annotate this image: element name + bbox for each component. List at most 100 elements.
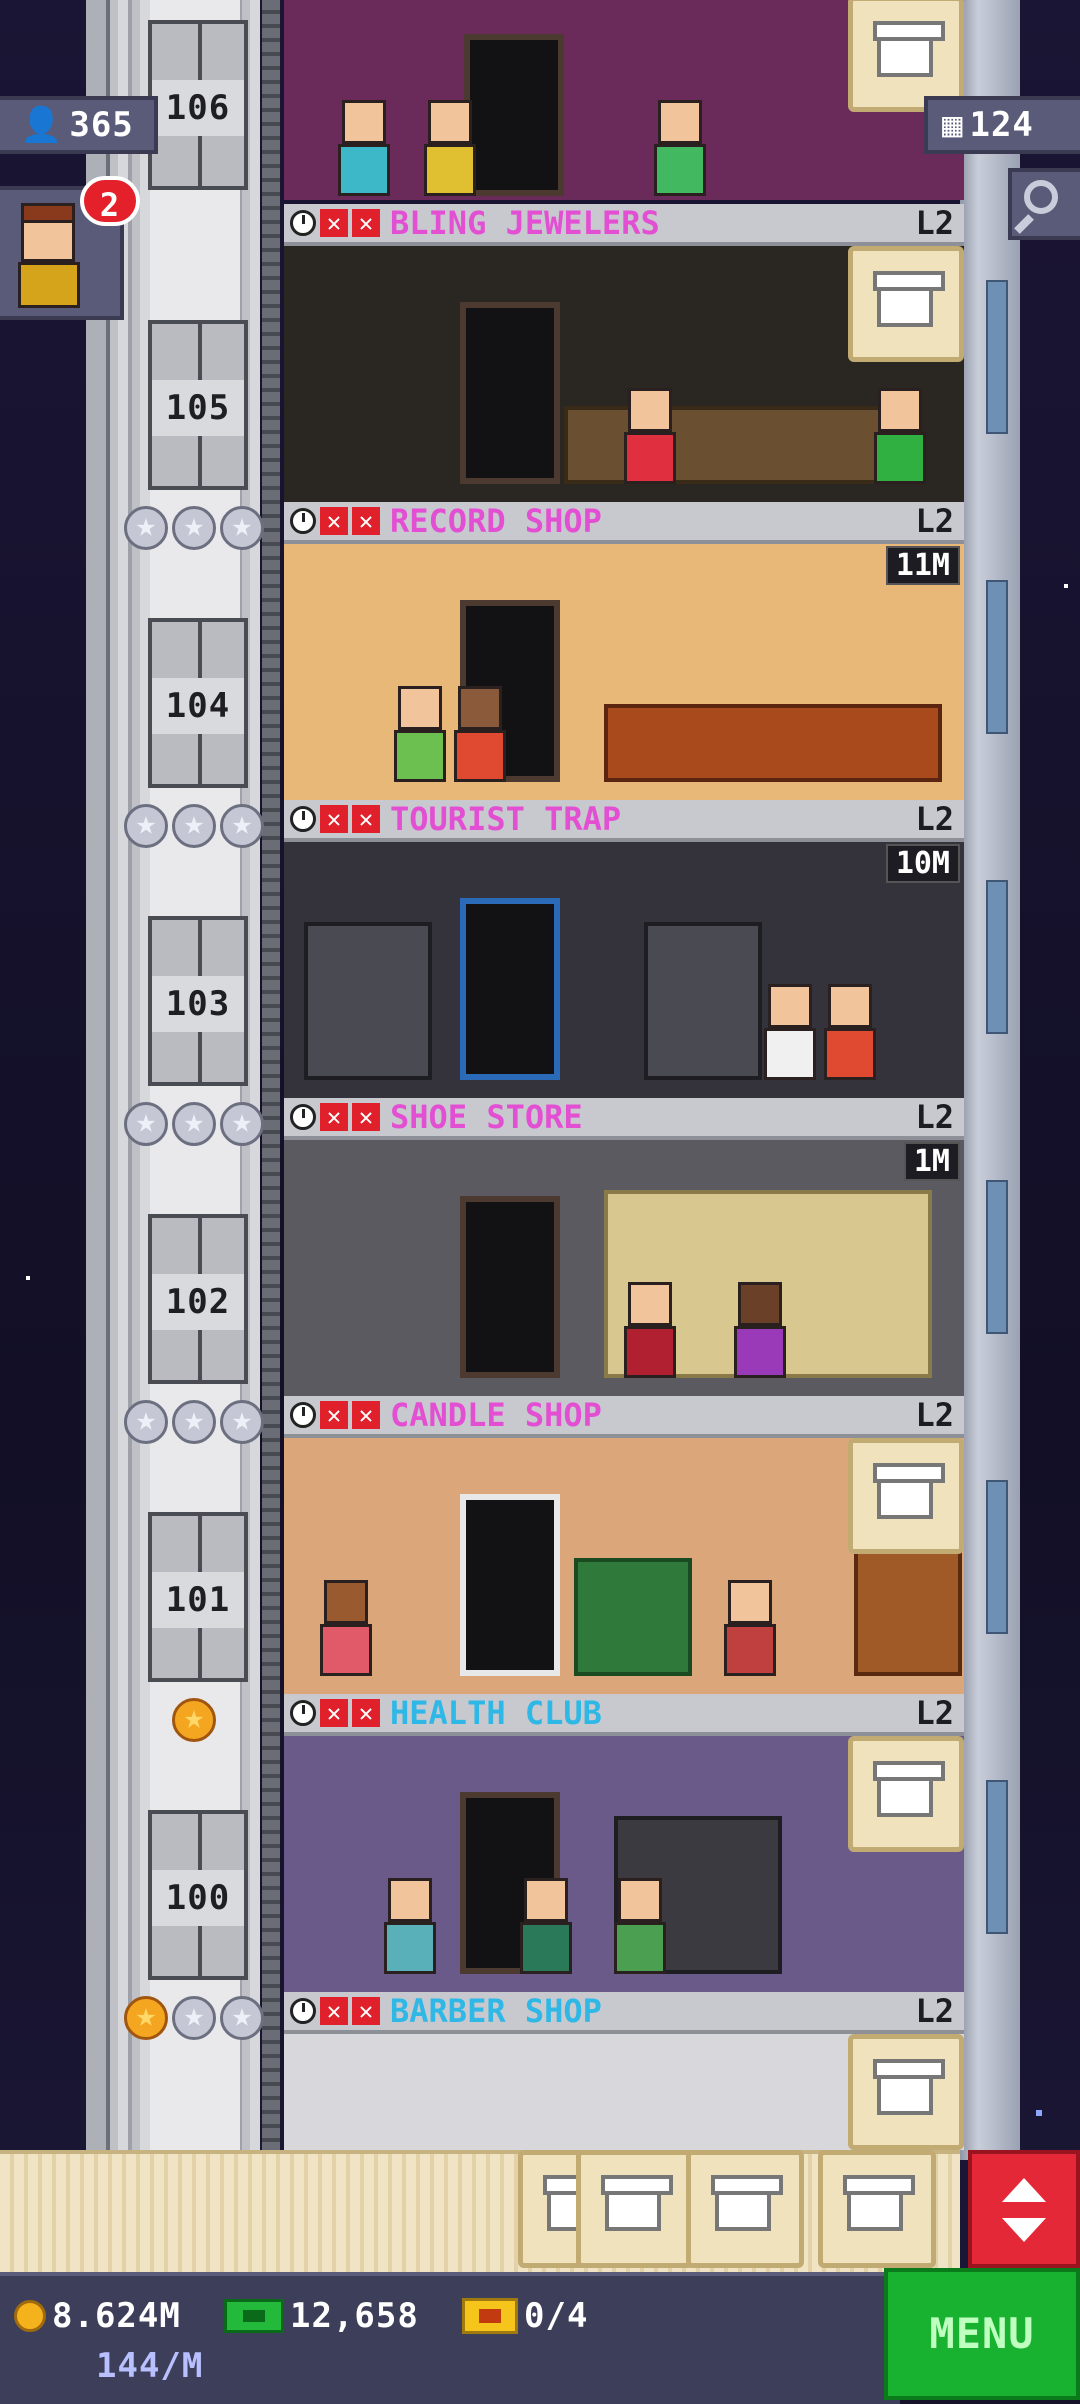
crate-icon	[873, 1463, 945, 1519]
door	[460, 898, 560, 1080]
bitizen[interactable]	[384, 1878, 436, 1974]
floor-label-bar: ✕ ✕ BLING JEWELERS L2	[284, 204, 964, 246]
stock-tray	[0, 2150, 960, 2276]
tray-crate-button[interactable]	[686, 2150, 804, 2268]
tickets-display[interactable]: 0/4	[462, 2296, 588, 2336]
bitizen[interactable]	[394, 686, 446, 782]
elevator-toggle-button[interactable]	[968, 2150, 1080, 2268]
elevator-car-106[interactable]: 106	[148, 20, 248, 190]
floor-label-bar: ✕ ✕ CANDLE SHOP L2	[284, 1396, 964, 1438]
silver-star-icon	[220, 1995, 264, 2040]
floor-100[interactable]: ✕ ✕ HEALTH CLUB L2	[284, 1694, 964, 1992]
bitizen[interactable]	[654, 100, 706, 196]
income-badge[interactable]: 11M	[885, 546, 960, 585]
bitizen[interactable]	[520, 1878, 572, 1974]
elevator-car-103[interactable]: 103	[148, 916, 248, 1086]
x-icon: ✕	[352, 1103, 380, 1131]
elevator-car-101[interactable]: 101	[148, 1512, 248, 1682]
x-icon: ✕	[320, 507, 348, 535]
bux-counter[interactable]: ▦ 124	[924, 96, 1080, 154]
x-icon: ✕	[352, 1401, 380, 1429]
income-badge[interactable]: 1M	[903, 1142, 960, 1181]
population-value: 365	[69, 105, 134, 145]
tower-window	[986, 1780, 1008, 1934]
bitizen[interactable]	[724, 1580, 776, 1676]
record-bins	[604, 704, 942, 782]
gold-star-icon	[124, 1995, 168, 2040]
floor-stars-99	[124, 1995, 264, 2040]
floor-103[interactable]: ✕ ✕ TOURIST TRAP L2 10M	[284, 800, 964, 1098]
stock-crate-button[interactable]	[848, 2034, 964, 2150]
floor-99[interactable]: ✕ ✕ BARBER SHOP L2	[284, 1992, 964, 2150]
silver-star-icon	[220, 505, 264, 550]
sky-star	[26, 1276, 30, 1280]
clock-icon	[290, 1998, 316, 2024]
bitizen[interactable]	[338, 100, 390, 196]
stock-crate-button[interactable]	[848, 1736, 964, 1852]
population-counter[interactable]: 👤 365	[0, 96, 158, 154]
income-badge[interactable]: 10M	[885, 844, 960, 883]
tower-window	[986, 280, 1008, 434]
shop-level: L2	[915, 800, 954, 838]
floor-room	[284, 1140, 964, 1396]
tray-crate-button[interactable]	[818, 2150, 936, 2268]
stock-crate-button[interactable]	[848, 246, 964, 362]
silver-star-icon	[172, 1399, 216, 1444]
bitizen[interactable]	[824, 984, 876, 1080]
silver-star-icon	[124, 505, 168, 550]
elevator-car-102[interactable]: 102	[148, 1214, 248, 1384]
floor-101[interactable]: ✕ ✕ CANDLE SHOP L2	[284, 1396, 964, 1694]
tower-window	[986, 880, 1008, 1034]
cash-value: 12,658	[290, 2296, 419, 2336]
elevator-updown-icon	[1002, 2178, 1046, 2202]
tickets-value: 0/4	[524, 2296, 589, 2336]
elevator-car-104[interactable]: 104	[148, 618, 248, 788]
shop-name: CANDLE SHOP	[390, 1396, 602, 1434]
bitizen[interactable]	[614, 1878, 666, 1974]
search-button[interactable]	[1008, 168, 1080, 240]
floor-number: 100	[152, 1870, 244, 1926]
x-icon: ✕	[352, 209, 380, 237]
population-icon: 👤	[20, 105, 64, 145]
bitizen[interactable]	[624, 1282, 676, 1378]
bitizen[interactable]	[624, 388, 676, 484]
bitizen[interactable]	[874, 388, 926, 484]
silver-star-icon	[172, 1995, 216, 2040]
x-icon: ✕	[352, 507, 380, 535]
elevator-car-100[interactable]: 100	[148, 1810, 248, 1980]
search-icon-handle	[1014, 214, 1034, 234]
floor-102[interactable]: ✕ ✕ SHOE STORE L2 1M	[284, 1098, 964, 1396]
souvenir-shelf	[304, 922, 432, 1080]
coin-icon	[14, 2300, 46, 2332]
ticket-icon	[462, 2298, 518, 2334]
floor-number: 101	[152, 1572, 244, 1628]
floor-104[interactable]: ✕ ✕ RECORD SHOP L2 11M	[284, 502, 964, 800]
tower-window	[986, 1180, 1008, 1334]
sky-star	[1064, 584, 1068, 588]
bitizen[interactable]	[320, 1580, 372, 1676]
shop-name: BARBER SHOP	[390, 1992, 602, 2030]
bux-value: 124	[969, 105, 1034, 145]
door	[460, 302, 560, 484]
silver-star-icon	[172, 505, 216, 550]
floor-105[interactable]: ✕ ✕ BLING JEWELERS L2	[284, 204, 964, 502]
shop-name: SHOE STORE	[390, 1098, 583, 1136]
tray-crate-button[interactable]	[576, 2150, 694, 2268]
bitizen[interactable]	[764, 984, 816, 1080]
menu-button[interactable]: MENU	[884, 2268, 1080, 2400]
avatar	[18, 203, 80, 308]
notification-badge: 2	[80, 176, 140, 226]
crate-icon	[873, 21, 945, 77]
elevator-car-105[interactable]: 105	[148, 320, 248, 490]
bitizen[interactable]	[424, 100, 476, 196]
coins-value: 8.624M	[52, 2296, 181, 2336]
bitizen[interactable]	[734, 1282, 786, 1378]
tower-left-wall	[86, 0, 110, 2160]
floor-number: 106	[152, 80, 244, 136]
coins-display[interactable]: 8.624M	[14, 2296, 181, 2336]
x-icon: ✕	[320, 1401, 348, 1429]
floor-106[interactable]	[284, 0, 964, 204]
cash-display[interactable]: 12,658	[224, 2296, 419, 2336]
bitizen[interactable]	[454, 686, 506, 782]
stock-crate-button[interactable]	[848, 1438, 964, 1554]
